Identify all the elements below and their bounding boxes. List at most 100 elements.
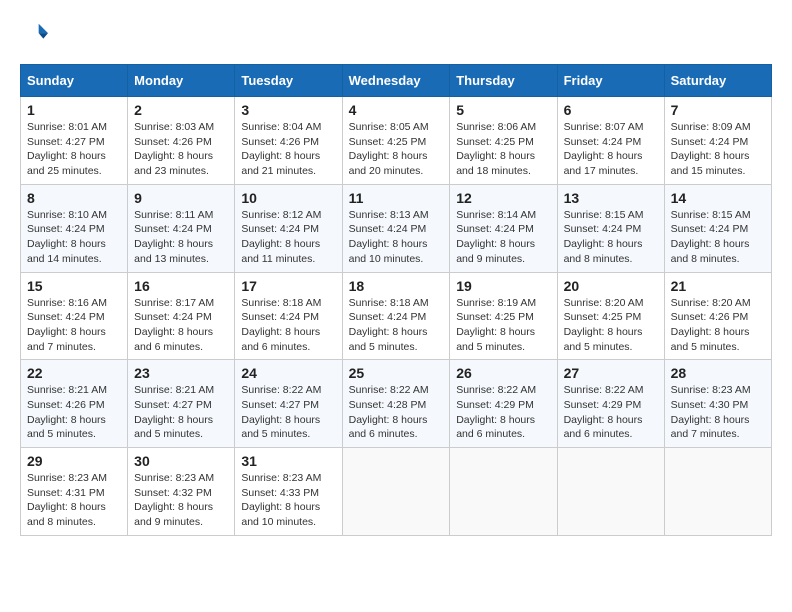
day-number: 17 xyxy=(241,278,335,294)
day-number: 22 xyxy=(27,365,121,381)
day-info: Sunrise: 8:11 AM Sunset: 4:24 PM Dayligh… xyxy=(134,208,228,267)
calendar-cell: 23 Sunrise: 8:21 AM Sunset: 4:27 PM Dayl… xyxy=(128,360,235,448)
day-number: 28 xyxy=(671,365,765,381)
calendar-cell: 13 Sunrise: 8:15 AM Sunset: 4:24 PM Dayl… xyxy=(557,184,664,272)
day-header-wednesday: Wednesday xyxy=(342,65,450,97)
day-info: Sunrise: 8:04 AM Sunset: 4:26 PM Dayligh… xyxy=(241,120,335,179)
day-info: Sunrise: 8:09 AM Sunset: 4:24 PM Dayligh… xyxy=(671,120,765,179)
calendar-cell: 29 Sunrise: 8:23 AM Sunset: 4:31 PM Dayl… xyxy=(21,448,128,536)
day-info: Sunrise: 8:23 AM Sunset: 4:31 PM Dayligh… xyxy=(27,471,121,530)
day-info: Sunrise: 8:16 AM Sunset: 4:24 PM Dayligh… xyxy=(27,296,121,355)
day-info: Sunrise: 8:15 AM Sunset: 4:24 PM Dayligh… xyxy=(564,208,658,267)
day-number: 30 xyxy=(134,453,228,469)
calendar-week-1: 1 Sunrise: 8:01 AM Sunset: 4:27 PM Dayli… xyxy=(21,97,772,185)
calendar-week-3: 15 Sunrise: 8:16 AM Sunset: 4:24 PM Dayl… xyxy=(21,272,772,360)
day-number: 23 xyxy=(134,365,228,381)
calendar-cell: 8 Sunrise: 8:10 AM Sunset: 4:24 PM Dayli… xyxy=(21,184,128,272)
day-info: Sunrise: 8:12 AM Sunset: 4:24 PM Dayligh… xyxy=(241,208,335,267)
day-number: 10 xyxy=(241,190,335,206)
calendar-cell xyxy=(342,448,450,536)
day-info: Sunrise: 8:06 AM Sunset: 4:25 PM Dayligh… xyxy=(456,120,550,179)
day-number: 6 xyxy=(564,102,658,118)
day-number: 18 xyxy=(349,278,444,294)
calendar-cell: 22 Sunrise: 8:21 AM Sunset: 4:26 PM Dayl… xyxy=(21,360,128,448)
day-info: Sunrise: 8:15 AM Sunset: 4:24 PM Dayligh… xyxy=(671,208,765,267)
calendar-cell: 17 Sunrise: 8:18 AM Sunset: 4:24 PM Dayl… xyxy=(235,272,342,360)
day-info: Sunrise: 8:22 AM Sunset: 4:29 PM Dayligh… xyxy=(564,383,658,442)
day-info: Sunrise: 8:23 AM Sunset: 4:32 PM Dayligh… xyxy=(134,471,228,530)
calendar-cell: 9 Sunrise: 8:11 AM Sunset: 4:24 PM Dayli… xyxy=(128,184,235,272)
calendar-cell xyxy=(557,448,664,536)
calendar-cell: 16 Sunrise: 8:17 AM Sunset: 4:24 PM Dayl… xyxy=(128,272,235,360)
day-number: 27 xyxy=(564,365,658,381)
calendar-cell: 24 Sunrise: 8:22 AM Sunset: 4:27 PM Dayl… xyxy=(235,360,342,448)
day-info: Sunrise: 8:23 AM Sunset: 4:30 PM Dayligh… xyxy=(671,383,765,442)
calendar-cell: 12 Sunrise: 8:14 AM Sunset: 4:24 PM Dayl… xyxy=(450,184,557,272)
day-info: Sunrise: 8:20 AM Sunset: 4:25 PM Dayligh… xyxy=(564,296,658,355)
calendar-cell: 11 Sunrise: 8:13 AM Sunset: 4:24 PM Dayl… xyxy=(342,184,450,272)
day-number: 2 xyxy=(134,102,228,118)
day-number: 19 xyxy=(456,278,550,294)
day-info: Sunrise: 8:07 AM Sunset: 4:24 PM Dayligh… xyxy=(564,120,658,179)
day-number: 1 xyxy=(27,102,121,118)
day-info: Sunrise: 8:21 AM Sunset: 4:26 PM Dayligh… xyxy=(27,383,121,442)
calendar-cell xyxy=(450,448,557,536)
calendar-cell: 26 Sunrise: 8:22 AM Sunset: 4:29 PM Dayl… xyxy=(450,360,557,448)
calendar-body: 1 Sunrise: 8:01 AM Sunset: 4:27 PM Dayli… xyxy=(21,97,772,536)
calendar-cell: 31 Sunrise: 8:23 AM Sunset: 4:33 PM Dayl… xyxy=(235,448,342,536)
day-info: Sunrise: 8:21 AM Sunset: 4:27 PM Dayligh… xyxy=(134,383,228,442)
day-info: Sunrise: 8:23 AM Sunset: 4:33 PM Dayligh… xyxy=(241,471,335,530)
day-header-monday: Monday xyxy=(128,65,235,97)
day-info: Sunrise: 8:13 AM Sunset: 4:24 PM Dayligh… xyxy=(349,208,444,267)
calendar-cell: 3 Sunrise: 8:04 AM Sunset: 4:26 PM Dayli… xyxy=(235,97,342,185)
calendar-cell: 1 Sunrise: 8:01 AM Sunset: 4:27 PM Dayli… xyxy=(21,97,128,185)
calendar-cell: 14 Sunrise: 8:15 AM Sunset: 4:24 PM Dayl… xyxy=(664,184,771,272)
day-number: 24 xyxy=(241,365,335,381)
day-header-tuesday: Tuesday xyxy=(235,65,342,97)
day-header-thursday: Thursday xyxy=(450,65,557,97)
day-info: Sunrise: 8:18 AM Sunset: 4:24 PM Dayligh… xyxy=(349,296,444,355)
calendar-header: SundayMondayTuesdayWednesdayThursdayFrid… xyxy=(21,65,772,97)
day-number: 9 xyxy=(134,190,228,206)
day-number: 7 xyxy=(671,102,765,118)
calendar-cell: 4 Sunrise: 8:05 AM Sunset: 4:25 PM Dayli… xyxy=(342,97,450,185)
day-header-sunday: Sunday xyxy=(21,65,128,97)
calendar-week-5: 29 Sunrise: 8:23 AM Sunset: 4:31 PM Dayl… xyxy=(21,448,772,536)
day-number: 12 xyxy=(456,190,550,206)
page-header xyxy=(20,20,772,48)
day-info: Sunrise: 8:17 AM Sunset: 4:24 PM Dayligh… xyxy=(134,296,228,355)
day-header-saturday: Saturday xyxy=(664,65,771,97)
day-number: 14 xyxy=(671,190,765,206)
day-number: 20 xyxy=(564,278,658,294)
day-number: 8 xyxy=(27,190,121,206)
calendar-cell: 27 Sunrise: 8:22 AM Sunset: 4:29 PM Dayl… xyxy=(557,360,664,448)
day-number: 29 xyxy=(27,453,121,469)
day-info: Sunrise: 8:01 AM Sunset: 4:27 PM Dayligh… xyxy=(27,120,121,179)
day-number: 15 xyxy=(27,278,121,294)
calendar-cell: 6 Sunrise: 8:07 AM Sunset: 4:24 PM Dayli… xyxy=(557,97,664,185)
day-number: 26 xyxy=(456,365,550,381)
logo xyxy=(20,20,52,48)
calendar-cell: 28 Sunrise: 8:23 AM Sunset: 4:30 PM Dayl… xyxy=(664,360,771,448)
day-number: 11 xyxy=(349,190,444,206)
day-info: Sunrise: 8:19 AM Sunset: 4:25 PM Dayligh… xyxy=(456,296,550,355)
calendar-cell: 5 Sunrise: 8:06 AM Sunset: 4:25 PM Dayli… xyxy=(450,97,557,185)
calendar-cell: 7 Sunrise: 8:09 AM Sunset: 4:24 PM Dayli… xyxy=(664,97,771,185)
calendar-week-4: 22 Sunrise: 8:21 AM Sunset: 4:26 PM Dayl… xyxy=(21,360,772,448)
day-info: Sunrise: 8:03 AM Sunset: 4:26 PM Dayligh… xyxy=(134,120,228,179)
calendar-table: SundayMondayTuesdayWednesdayThursdayFrid… xyxy=(20,64,772,536)
calendar-cell: 20 Sunrise: 8:20 AM Sunset: 4:25 PM Dayl… xyxy=(557,272,664,360)
calendar-cell: 25 Sunrise: 8:22 AM Sunset: 4:28 PM Dayl… xyxy=(342,360,450,448)
day-number: 31 xyxy=(241,453,335,469)
day-number: 21 xyxy=(671,278,765,294)
calendar-cell: 18 Sunrise: 8:18 AM Sunset: 4:24 PM Dayl… xyxy=(342,272,450,360)
calendar-cell: 15 Sunrise: 8:16 AM Sunset: 4:24 PM Dayl… xyxy=(21,272,128,360)
calendar-cell: 30 Sunrise: 8:23 AM Sunset: 4:32 PM Dayl… xyxy=(128,448,235,536)
day-info: Sunrise: 8:22 AM Sunset: 4:28 PM Dayligh… xyxy=(349,383,444,442)
calendar-cell: 10 Sunrise: 8:12 AM Sunset: 4:24 PM Dayl… xyxy=(235,184,342,272)
day-info: Sunrise: 8:05 AM Sunset: 4:25 PM Dayligh… xyxy=(349,120,444,179)
logo-icon xyxy=(20,20,48,48)
calendar-cell: 2 Sunrise: 8:03 AM Sunset: 4:26 PM Dayli… xyxy=(128,97,235,185)
day-info: Sunrise: 8:22 AM Sunset: 4:27 PM Dayligh… xyxy=(241,383,335,442)
day-number: 13 xyxy=(564,190,658,206)
